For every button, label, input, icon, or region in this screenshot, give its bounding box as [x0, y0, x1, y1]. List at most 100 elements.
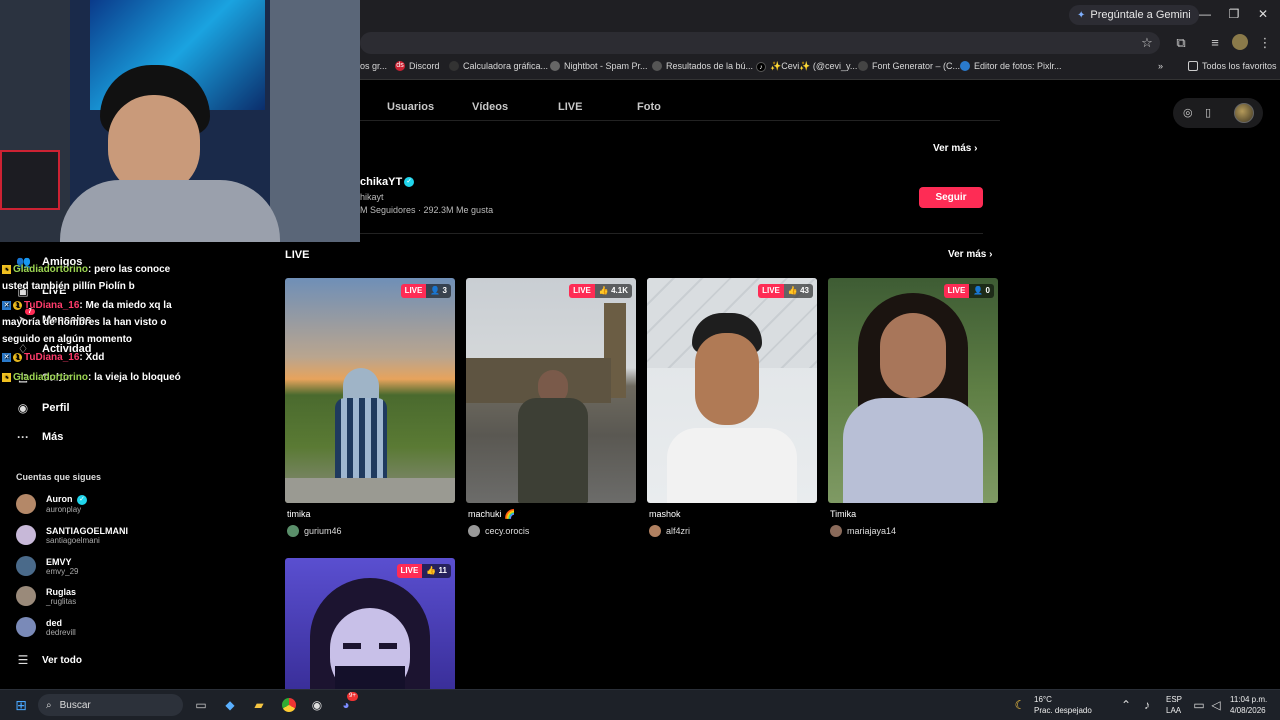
bookmark-0[interactable]: os gr...	[360, 61, 387, 71]
bookmark-6[interactable]: Font Generator – (C...	[858, 61, 960, 71]
task-view-icon[interactable]: ▭	[193, 697, 209, 713]
search-tabs: Usuarios Vídeos LIVE Foto	[360, 81, 1000, 121]
nightbot-bookmark-icon	[550, 61, 560, 71]
live-host[interactable]: cecy.orocis	[468, 525, 529, 537]
bookmark-4[interactable]: Resultados de la bú...	[652, 61, 753, 71]
section-divider	[285, 233, 983, 234]
following-item[interactable]: SANTIAGOELMANI santiagoelmani	[16, 525, 128, 545]
media-icon[interactable]: ≡	[1206, 35, 1224, 50]
live-host[interactable]: gurium46	[287, 525, 342, 537]
keyboard-layout[interactable]: LAA	[1166, 706, 1181, 715]
clock-date[interactable]: 4/08/2026	[1230, 706, 1266, 715]
tab-usuarios[interactable]: Usuarios	[387, 101, 434, 113]
avatar	[16, 617, 36, 637]
bookmark-3[interactable]: Nightbot - Spam Pr...	[550, 61, 648, 71]
tab-foto[interactable]: Foto	[637, 101, 661, 113]
see-all-following[interactable]: ☰ Ver todo	[16, 653, 82, 667]
screen: ✦ Pregúntale a Gemini — ❐ ✕ ☆ ⧉ ≡ ⋮ os g…	[0, 0, 1280, 720]
app-icon[interactable]: ◆	[222, 697, 238, 713]
clock-time[interactable]: 11:04 p.m.	[1230, 695, 1267, 704]
live-thumbnail[interactable]: LIVE 👍 11	[285, 558, 455, 689]
tab-live[interactable]: LIVE	[558, 101, 582, 113]
live-host[interactable]: mariajaya14	[830, 525, 896, 537]
live-see-more-link[interactable]: Ver más ›	[948, 249, 993, 260]
following-item[interactable]: ded dedrevill	[16, 617, 76, 637]
following-item[interactable]: Ruglas _ruglitas	[16, 586, 76, 606]
live-thumbnail[interactable]: LIVE 👤 3	[285, 278, 455, 503]
live-badge: LIVE 👍 43	[758, 284, 813, 298]
close-button[interactable]: ✕	[1255, 7, 1271, 21]
mod-badge-icon: ✕	[2, 352, 11, 362]
tab-videos[interactable]: Vídeos	[472, 101, 508, 113]
nav-perfil[interactable]: ◉ Perfil	[16, 401, 70, 415]
following-item[interactable]: Auron ✓ auronplay	[16, 494, 88, 514]
phone-icon[interactable]: ▯	[1205, 106, 1211, 119]
chat-message: usted también pillín Piolín b	[2, 281, 135, 292]
live-title[interactable]: timika	[287, 509, 311, 519]
file-explorer-icon[interactable]: ▰	[251, 697, 267, 713]
live-title[interactable]: mashok	[649, 509, 681, 519]
account-handle: hikayt	[360, 192, 384, 202]
avatar	[16, 586, 36, 606]
account-name[interactable]: chikaYT ✓	[360, 176, 415, 188]
language-code[interactable]: ESP	[1166, 695, 1182, 704]
bookmark-2[interactable]: Calculadora gráfica...	[449, 61, 548, 71]
font-bookmark-icon	[858, 61, 868, 71]
follow-button[interactable]: Seguir	[919, 187, 983, 208]
bookmark-7[interactable]: Editor de fotos: Pixlr...	[960, 61, 1062, 71]
following-item[interactable]: EMVY emvy_29	[16, 556, 78, 576]
star-icon[interactable]: ☆	[1138, 35, 1156, 51]
sparkle-icon: ✦	[1077, 9, 1086, 21]
live-badge: LIVE 👍 4.1K	[569, 284, 632, 298]
chat-message: ▪ Gladiadortorino: pero las conoce	[2, 264, 170, 275]
notification-badge: 9+	[347, 692, 358, 701]
user-avatar[interactable]	[1234, 103, 1254, 123]
accounts-see-more-link[interactable]: Ver más ›	[933, 143, 978, 154]
graph-bookmark-icon	[449, 61, 459, 71]
viewer-icon: 👤	[430, 286, 441, 295]
avatar	[16, 556, 36, 576]
live-thumbnail[interactable]: LIVE 👍 4.1K	[466, 278, 636, 503]
live-host[interactable]: alf4zri	[649, 525, 690, 537]
more-bookmarks-button[interactable]: »	[1158, 61, 1163, 71]
address-field[interactable]	[360, 32, 1160, 54]
following-title: Cuentas que sigues	[16, 472, 102, 482]
weather-temp: 16°C	[1034, 695, 1052, 704]
bookmark-5[interactable]: ♪ ✨Cevi✨ (@cevi_y...	[756, 61, 857, 72]
nav-mas[interactable]: ··· Más	[16, 430, 63, 444]
windows-taskbar: ⊞ ⌕ Buscar ▭ ◆ ▰ ◉ ◕ 9+ ☾ 16°C Prac. despe…	[0, 689, 1280, 720]
menu-icon[interactable]: ⋮	[1256, 35, 1274, 51]
coin-icon[interactable]: ◎	[1183, 106, 1193, 119]
gemini-button[interactable]: ✦ Pregúntale a Gemini	[1069, 5, 1199, 25]
profile-avatar-icon[interactable]	[1232, 34, 1248, 50]
live-thumbnail[interactable]: LIVE 👍 43	[647, 278, 817, 503]
live-thumbnail[interactable]: LIVE 👤 0	[828, 278, 998, 503]
microphone-icon[interactable]: ♪	[1139, 697, 1155, 713]
obs-icon[interactable]: ◉	[309, 697, 325, 713]
bookmark-1[interactable]: ds Discord	[395, 61, 440, 71]
live-section-heading: LIVE	[285, 249, 310, 261]
all-favorites-button[interactable]: Todos los favoritos	[1188, 61, 1277, 71]
minimize-button[interactable]: —	[1197, 7, 1213, 21]
live-title[interactable]: machuki 🌈	[468, 509, 515, 520]
verified-icon: ✓	[77, 494, 88, 505]
chrome-icon[interactable]	[280, 696, 298, 714]
weather-icon[interactable]: ☾	[1012, 697, 1028, 713]
viewer-icon: 👤	[973, 286, 984, 295]
network-icon[interactable]: ▭	[1191, 697, 1207, 713]
mod-badge-icon: ✕	[2, 300, 11, 310]
restore-button[interactable]: ❐	[1226, 7, 1242, 21]
chevron-up-icon[interactable]: ⌃	[1118, 697, 1134, 713]
sub-badge-icon: ▪	[2, 372, 11, 382]
volume-icon[interactable]: ◁	[1208, 697, 1224, 713]
discord-bookmark-icon: ds	[395, 61, 405, 71]
account-stats: M Seguidores · 292.3M Me gusta	[360, 205, 494, 215]
discord-icon[interactable]: ◕ 9+	[338, 692, 358, 713]
taskbar-search[interactable]: ⌕ Buscar	[38, 694, 183, 716]
bits-badge-icon: 1	[13, 352, 22, 362]
windows-start-icon[interactable]: ⊞	[13, 697, 29, 713]
live-title[interactable]: Timika	[830, 509, 856, 519]
avatar	[16, 494, 36, 514]
extensions-icon[interactable]: ⧉	[1172, 35, 1190, 51]
like-icon: 👍	[787, 286, 798, 295]
